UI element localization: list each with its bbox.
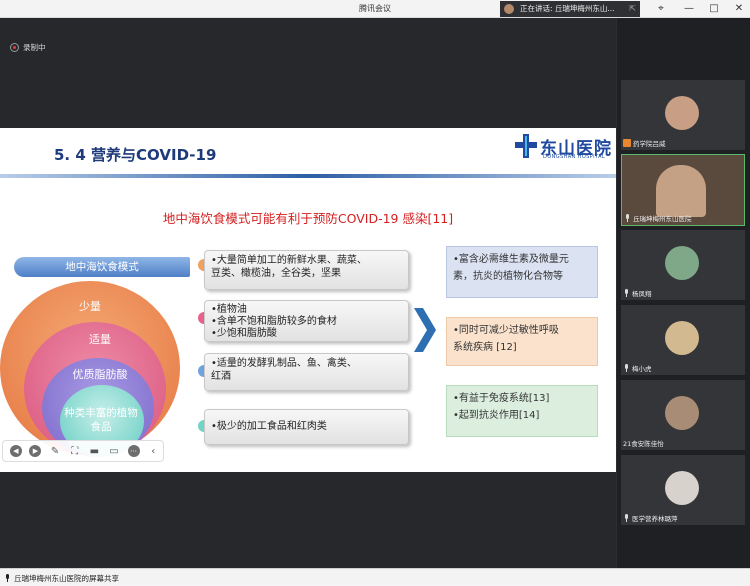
benefit-box: •富含必需维生素及微量元 素，抗炎的植物化合物等 — [446, 246, 598, 298]
participants-panel: 药学院吕威 丘瑞坤梅州东山医院 杨凤翔 梅小虎 21食安陈佳怡 医学营养林璐萍 — [617, 18, 750, 568]
food-line: •大量简单加工的新鲜水果、蔬菜、 — [211, 255, 367, 266]
hospital-logo-icon — [515, 134, 537, 158]
participant-name: 21食安陈佳怡 — [623, 440, 664, 448]
avatar — [665, 96, 699, 130]
recording-label: 录制中 — [23, 42, 46, 52]
next-icon[interactable]: ▶ — [26, 441, 46, 461]
circle-label: 优质脂肪酸 — [72, 368, 128, 381]
host-icon — [623, 139, 631, 147]
circle-label: 少量 — [79, 300, 101, 313]
food-line: •少饱和脂肪酸 — [211, 328, 277, 339]
comment-icon[interactable]: ▬ — [85, 441, 105, 461]
participant-name: 医学营养林璐萍 — [632, 515, 678, 523]
circle-label: 适量 — [89, 333, 111, 346]
recording-badge[interactable]: 录制中 — [10, 40, 46, 54]
speaking-indicator[interactable]: 正在讲话: 丘瑞坤梅州东山... ⇱ — [500, 1, 640, 17]
slide-headline: 地中海饮食模式可能有利于预防COVID-19 感染[11] — [162, 211, 454, 226]
benefit-line: •有益于免疫系统[13] — [453, 393, 550, 404]
food-line: •植物油 — [211, 304, 247, 315]
close-button[interactable]: ✕ — [730, 2, 748, 16]
prev-icon[interactable]: ◀ — [6, 441, 26, 461]
food-line: •适量的发酵乳制品、鱼、禽类、 — [211, 358, 357, 369]
speaking-indicator-text: 正在讲话: 丘瑞坤梅州东山... — [520, 4, 615, 13]
title-divider — [0, 174, 616, 178]
participant-name: 杨凤翔 — [632, 290, 652, 298]
diet-pattern-label: 地中海饮食模式 — [14, 257, 190, 277]
participant-name-row: 丘瑞坤梅州东山医院 — [624, 213, 692, 223]
avatar — [665, 321, 699, 355]
mic-icon — [624, 214, 631, 222]
participant-name: 丘瑞坤梅州东山医院 — [633, 215, 692, 223]
speaker-avatar — [504, 4, 514, 14]
participant-name-row: 医学营养林璐萍 — [623, 513, 678, 523]
participant-tile[interactable]: 梅小虎 — [621, 305, 745, 375]
benefit-box: •有益于免疫系统[13] •起到抗炎作用[14] — [446, 385, 598, 437]
hospital-logo-subtitle: DONGSHAN HOSPITAL — [543, 154, 606, 160]
mic-icon — [623, 364, 630, 372]
expand-arrow-icon[interactable]: ⇱ — [629, 1, 636, 17]
participant-name-row: 21食安陈佳怡 — [623, 438, 664, 448]
participant-name-row: 药学院吕威 — [623, 138, 666, 148]
right-arrow-icon — [414, 308, 436, 352]
presentation-slide: 5. 4 营养与COVID-19 东山医院 DONGSHAN HOSPITAL … — [0, 128, 616, 472]
food-item-box: •极少的加工食品和红肉类 — [204, 409, 409, 445]
participant-tile[interactable]: 21食安陈佳怡 — [621, 380, 745, 450]
food-item-box: •大量简单加工的新鲜水果、蔬菜、 豆类、橄榄油，全谷类，坚果 — [204, 250, 409, 290]
avatar — [665, 471, 699, 505]
food-item-box: •适量的发酵乳制品、鱼、禽类、 红酒 — [204, 353, 409, 391]
slide-title: 5. 4 营养与COVID-19 — [54, 146, 217, 164]
chat-icon[interactable]: ▭ — [104, 441, 124, 461]
screen-share-bar: 丘瑞坤梅州东山医院的屏幕共享 — [0, 568, 750, 586]
food-line: 红酒 — [211, 371, 231, 382]
benefit-line: 系统疾病 [12] — [453, 342, 517, 353]
record-icon — [10, 42, 19, 52]
screen-share-label: 丘瑞坤梅州东山医院的屏幕共享 — [14, 574, 119, 583]
circle-label: 种类丰富的植物食品 — [64, 407, 138, 433]
mic-icon — [623, 289, 630, 297]
avatar — [665, 246, 699, 280]
food-line: •含单不饱和脂肪较多的食材 — [211, 316, 337, 327]
food-line: 豆类、橄榄油，全谷类，坚果 — [211, 268, 341, 279]
minimize-button[interactable]: — — [680, 2, 698, 16]
benefit-line: •同时可减少过敏性呼吸 — [453, 325, 559, 336]
maximize-button[interactable]: □ — [705, 2, 723, 16]
shared-screen-stage: 录制中 5. 4 营养与COVID-19 东山医院 DONGSHAN HOSPI… — [0, 18, 616, 568]
benefit-box: •同时可减少过敏性呼吸 系统疾病 [12] — [446, 317, 598, 366]
participant-tile[interactable]: 杨凤翔 — [621, 230, 745, 300]
collapse-icon[interactable]: ‹ — [143, 441, 163, 461]
participant-name: 药学院吕威 — [633, 140, 666, 148]
participant-tile[interactable]: 药学院吕威 — [621, 80, 745, 150]
benefit-line: 素，抗炎的植物化合物等 — [453, 271, 563, 282]
pen-icon[interactable]: ✎ — [45, 441, 65, 461]
participant-tile[interactable]: 丘瑞坤梅州东山医院 — [621, 154, 745, 226]
participant-tile[interactable]: 医学营养林璐萍 — [621, 455, 745, 525]
fit-icon[interactable]: ⛶ — [65, 441, 85, 461]
mic-icon — [623, 514, 630, 522]
participant-name-row: 梅小虎 — [623, 363, 652, 373]
benefit-line: •起到抗炎作用[14] — [453, 410, 540, 421]
participant-name: 梅小虎 — [632, 365, 652, 373]
window-title-bar: 腾讯会议 正在讲话: 丘瑞坤梅州东山... ⇱ ⌖ — □ ✕ — [0, 0, 750, 18]
participant-name-row: 杨凤翔 — [623, 288, 652, 298]
more-icon[interactable]: ⋯ — [124, 441, 144, 461]
pin-icon[interactable]: ⌖ — [652, 2, 670, 16]
avatar — [665, 396, 699, 430]
mic-icon — [4, 574, 11, 582]
avatar — [656, 165, 706, 217]
food-item-box: •植物油 •含单不饱和脂肪较多的食材 •少饱和脂肪酸 — [204, 300, 409, 342]
benefit-line: •富含必需维生素及微量元 — [453, 254, 569, 265]
food-line: •极少的加工食品和红肉类 — [211, 421, 327, 432]
presentation-toolbar: ◀ ▶ ✎ ⛶ ▬ ▭ ⋯ ‹ — [2, 440, 164, 462]
